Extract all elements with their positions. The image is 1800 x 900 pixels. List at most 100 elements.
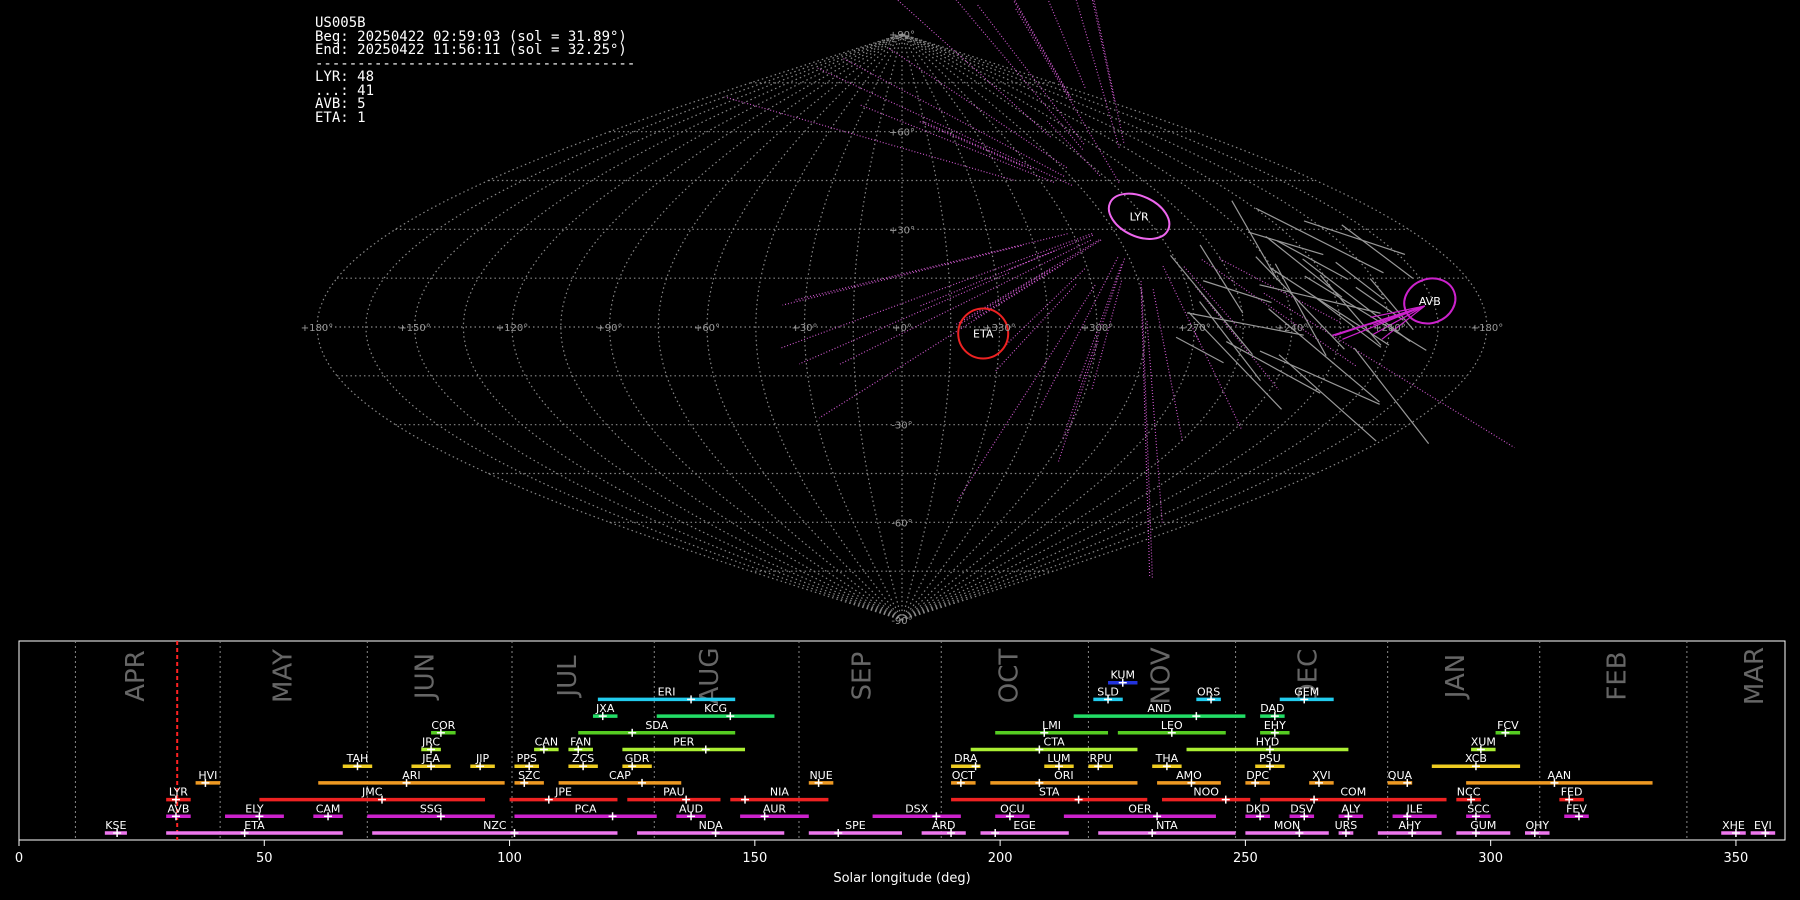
shower-bar: GUM [1456,819,1511,837]
radiant-label-lyr: LYR [1130,210,1149,223]
shower-bar: NIA [730,786,829,804]
lon-tick-label: +30° [791,323,817,334]
lon-tick-label: +180° [301,323,333,334]
count-eta: ETA: 1 [315,109,366,126]
lyr-track [1141,288,1153,579]
shower-label-avb: AVB [167,802,189,815]
sporadic-track [1278,354,1377,442]
x-tick-label: 200 [988,851,1013,866]
shower-bar: SSG [367,802,495,821]
lat-tick-label: +90° [889,30,915,41]
shower-bar: DPC [1245,769,1270,787]
lat-tick-label: -60° [891,518,912,529]
shower-label-nda: NDA [699,819,724,832]
lyr-track [817,67,1073,186]
shower-label-xcb: XCB [1465,752,1487,765]
shower-bar: AVB [166,802,191,821]
shower-bar: PCA [514,802,657,821]
shower-label-sda: SDA [645,719,668,732]
lon-tick-label: +90° [596,323,622,334]
shower-bar: THA [1152,752,1182,771]
shower-bar: ARD [921,819,966,837]
shower-label-aud: AUD [679,802,703,815]
shower-label-oct: OCT [952,769,975,782]
sporadic-track [1335,261,1384,300]
shower-label-noo: NOO [1193,786,1219,799]
shower-bar: LUM [1044,752,1074,771]
shower-bar: ELY [225,802,284,821]
shower-label-dad: DAD [1260,702,1284,715]
shower-label-pca: PCA [575,802,597,815]
shower-bar: FED [1559,786,1584,804]
lon-tick-label: +240° [1276,323,1308,334]
shower-bar: JEA [411,752,451,771]
shower-label-hvi: HVI [198,769,217,782]
lyr-track [1013,0,1073,101]
shower-label-dkd: DKD [1246,802,1270,815]
sporadic-track [1202,280,1272,304]
shower-bar: OCT [951,769,976,787]
shower-bar: DSV [1289,802,1315,821]
lyr-track [896,0,1052,138]
x-tick-label: 150 [742,851,767,866]
shower-label-can: CAN [535,736,558,749]
sporadic-track [1274,263,1327,356]
lyr-track [1091,0,1115,101]
shower-label-per: PER [673,736,695,749]
x-axis-label: Solar longitude (deg) [833,871,970,886]
shower-label-dsx: DSX [905,802,928,815]
shower-label-aan: AAN [1548,769,1572,782]
lyr-track [724,96,1014,181]
shower-label-scc: SCC [1467,802,1490,815]
radiant-label-avb: AVB [1419,295,1441,308]
shower-bar: JMC [259,786,486,804]
shower-bar: CAP [558,769,682,787]
shower-label-ori: ORI [1054,769,1074,782]
shower-label-fed: FED [1561,786,1583,799]
sporadic-track [1199,301,1261,382]
shower-label-ncc: NCC [1457,786,1481,799]
shower-bar: MON [1245,819,1329,837]
shower-label-ors: ORS [1197,685,1220,698]
x-tick-label: 0 [15,851,23,866]
shower-bar: HYD [1186,736,1349,754]
shower-label-ard: ARD [932,819,956,832]
lon-tick-label: +180° [1471,323,1503,334]
shower-bar: GEM [1279,685,1334,704]
lyr-track [798,272,1010,365]
shower-label-kse: KSE [105,819,126,832]
shower-bar: NUE [808,769,834,787]
shower-label-fcv: FCV [1497,719,1519,732]
x-tick-label: 250 [1233,851,1258,866]
shower-bar: DRA [951,752,981,771]
shower-label-cam: CAM [316,802,341,815]
month-label-apr: APR [121,650,151,702]
shower-bar: FAN [568,736,593,754]
shower-bar: KCG [656,702,775,721]
shower-bar: JPE [509,786,618,804]
shower-label-gum: GUM [1470,819,1496,832]
lon-tick-label: +300° [1081,323,1113,334]
shower-bar: SDA [578,719,736,737]
shower-bar: OER [1063,802,1216,821]
sporadic-track [1259,284,1381,314]
station-info: US005B Beg: 20250422 02:59:03 (sol = 31.8… [315,16,635,126]
x-tick-label: 100 [497,851,522,866]
shower-label-nzc: NZC [483,819,507,832]
lat-tick-label: -90° [891,616,912,627]
shower-label-pps: PPS [517,752,537,765]
shower-bar: JXA [592,702,618,721]
shower-bar: AUD [676,802,706,821]
lyr-track [1093,0,1125,143]
sporadic-track [1199,244,1244,314]
month-label-jul: JUL [553,655,583,699]
shower-label-xhe: XHE [1722,819,1745,832]
sporadic-track [1303,220,1406,256]
shower-bar: SCC [1466,802,1491,821]
shower-bar: JIP [470,752,495,771]
shower-label-zcs: ZCS [572,752,594,765]
shower-bar: SZC [514,769,544,787]
shower-label-cap: CAP [609,769,631,782]
shower-bar: AND [1073,702,1246,721]
shower-label-nue: NUE [809,769,832,782]
